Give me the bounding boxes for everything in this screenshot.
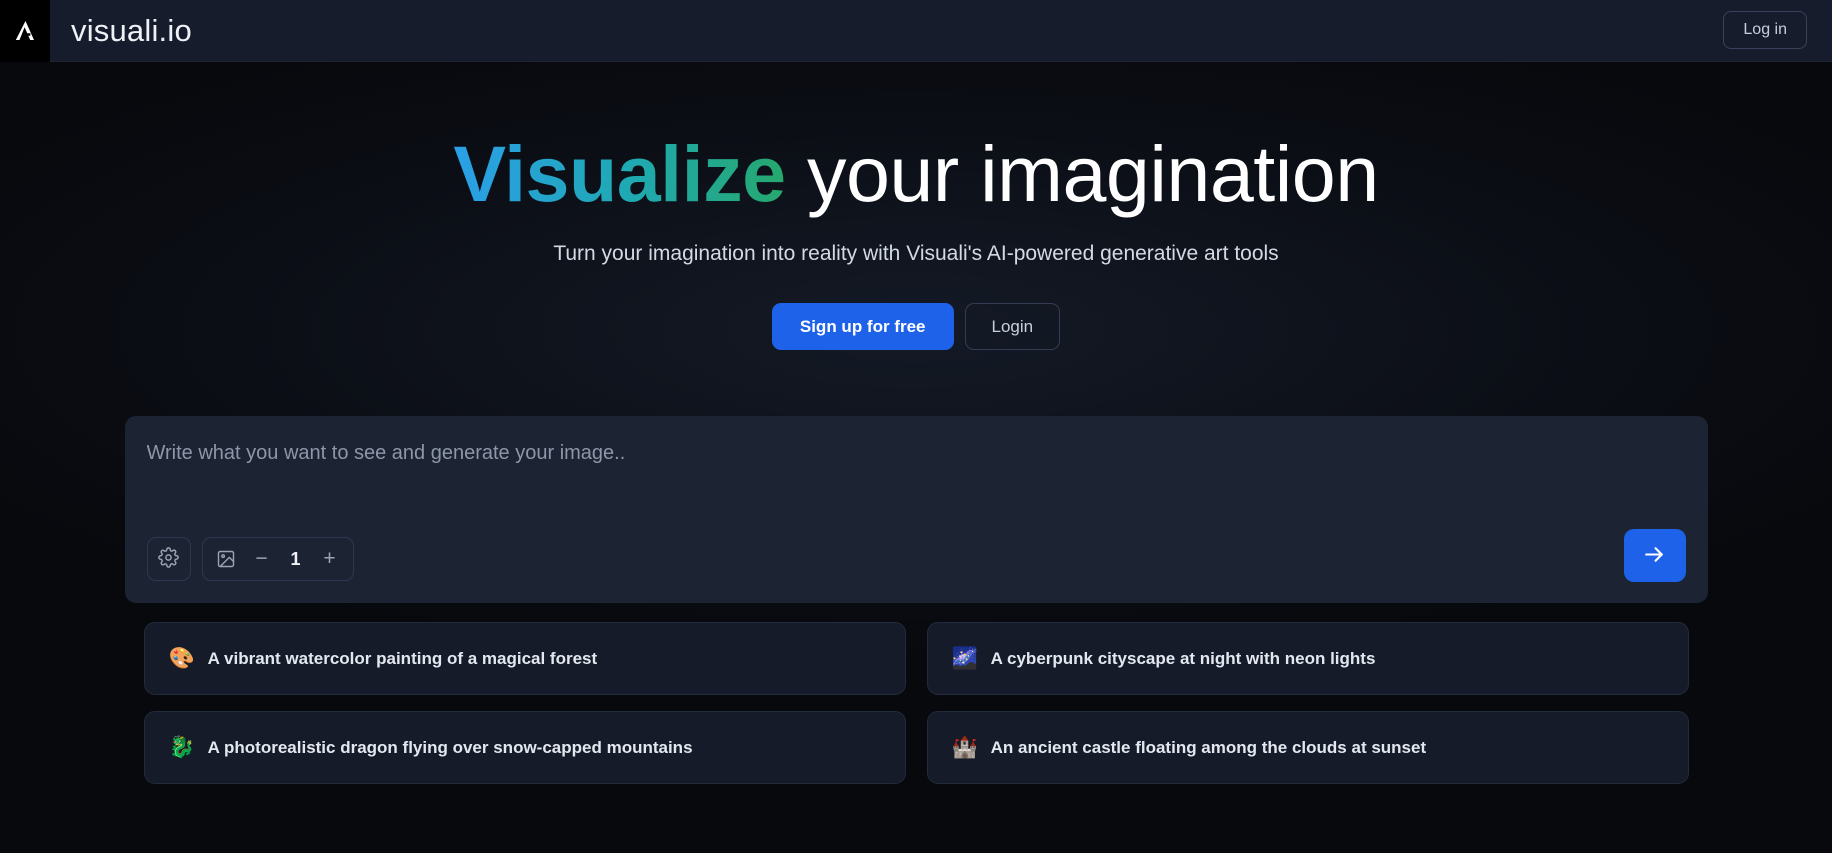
hero-cta-row: Sign up for free Login (0, 303, 1832, 350)
suggestion-card-dragon-mountains[interactable]: 🐉 A photorealistic dragon flying over sn… (143, 711, 906, 784)
brand-name: visuali.io (71, 12, 192, 48)
milky-way-emoji-icon: 🌌 (951, 647, 978, 670)
generate-submit-button[interactable] (1623, 529, 1686, 582)
dragon-emoji-icon: 🐉 (168, 736, 195, 759)
suggestion-card-watercolor-forest[interactable]: 🎨 A vibrant watercolor painting of a mag… (143, 622, 906, 695)
navbar-actions: Log in (1723, 11, 1807, 49)
castle-emoji-icon: 🏰 (951, 736, 978, 759)
top-navbar: visuali.io Log in (0, 0, 1832, 62)
suggestion-card-cyberpunk-cityscape[interactable]: 🌌 A cyberpunk cityscape at night with ne… (926, 622, 1689, 695)
image-count-value: 1 (290, 548, 301, 569)
arrow-right-icon (1642, 542, 1667, 570)
suggestion-card-ancient-castle[interactable]: 🏰 An ancient castle floating among the c… (926, 711, 1689, 784)
settings-button[interactable] (146, 537, 191, 581)
suggestion-text: An ancient castle floating among the clo… (990, 737, 1427, 757)
suggestion-text: A vibrant watercolor painting of a magic… (207, 648, 598, 668)
composer-toolbar: − 1 + (146, 537, 354, 581)
visuali-lambda-logo-icon (0, 0, 50, 62)
palette-emoji-icon: 🎨 (168, 647, 195, 670)
suggestion-text: A cyberpunk cityscape at night with neon… (990, 648, 1376, 668)
increment-count-button[interactable]: + (313, 538, 347, 580)
hero-login-button[interactable]: Login (964, 303, 1061, 350)
page-title-rest: your imagination (785, 129, 1379, 218)
gear-icon (158, 547, 179, 571)
signup-for-free-button[interactable]: Sign up for free (771, 303, 954, 350)
image-icon (209, 538, 243, 580)
navbar-login-button[interactable]: Log in (1723, 11, 1807, 49)
page-title-highlight: Visualize (453, 129, 786, 218)
hero-section: Visualize your imagination Turn your ima… (0, 62, 1832, 853)
brand[interactable]: visuali.io (0, 0, 192, 62)
image-count-stepper: − 1 + (201, 537, 354, 581)
decrement-count-button[interactable]: − (245, 538, 279, 580)
hero-subtitle: Turn your imagination into reality with … (553, 242, 1279, 265)
prompt-composer: − 1 + (124, 416, 1708, 603)
suggestion-grid: 🎨 A vibrant watercolor painting of a mag… (143, 622, 1689, 784)
page-title: Visualize your imagination (0, 62, 1832, 213)
prompt-input[interactable] (146, 442, 1686, 465)
suggestion-text: A photorealistic dragon flying over snow… (207, 737, 693, 757)
